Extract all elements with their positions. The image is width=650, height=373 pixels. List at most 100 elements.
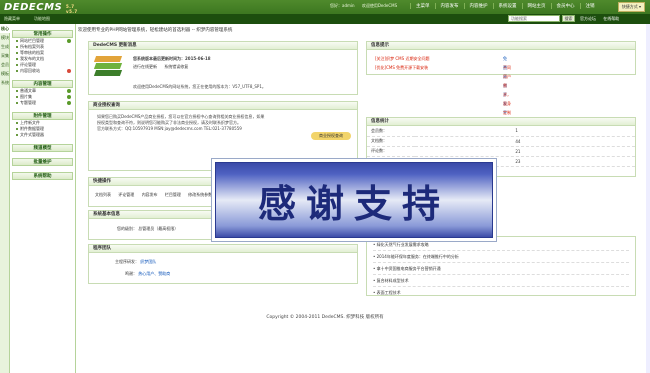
menu-item[interactable]: 文件式管理器 xyxy=(10,132,75,138)
menu-item-label: 内容回收站 xyxy=(20,68,40,73)
logo-version: 5.7 v5.7 xyxy=(66,4,78,14)
panel-title: 程序团队 xyxy=(89,245,357,253)
menu-group-batch[interactable]: 批量维护 xyxy=(12,158,73,166)
news-panel: • 绿化天然气行业发展需求攻略 • 2014年能环保年度服务：在终端推行中的分析… xyxy=(366,236,636,296)
menu-item-label: 所有档案列表 xyxy=(20,44,44,49)
nav-home[interactable]: 网站主页 xyxy=(521,3,551,9)
license-query-button[interactable]: 商业授权查询 xyxy=(311,132,351,140)
user-greeting[interactable]: 您好：admin xyxy=(330,3,355,8)
list-item[interactable]: • 2014年能环保年度服务：在终端推行中的分析 xyxy=(373,251,629,263)
level-row: 您的级别： 总管理员（最高权限） xyxy=(117,226,178,232)
logo-text: DEDECMS xyxy=(4,2,63,13)
online-update-button[interactable]: 进行在线更新 xyxy=(133,64,157,69)
menu-group-common[interactable]: 常用操作 xyxy=(12,30,73,38)
menu-item-label: 专题管理 xyxy=(20,100,36,105)
list-item[interactable]: • 复合材料成型技术 xyxy=(373,275,629,287)
team-panel: 程序团队 主程序研发： 织梦团队 鸣谢： 热心用户、赞助商 xyxy=(88,244,358,284)
stat-label: 文档数： xyxy=(367,136,416,147)
list-item[interactable]: • 拿十中资国推电商服务平台营销开通 xyxy=(373,263,629,275)
menu-item[interactable]: 内容回收站 xyxy=(10,68,75,74)
scrollbar[interactable] xyxy=(646,24,650,373)
panel-title: 信息统计 xyxy=(367,118,635,126)
menu-item-label: 网站栏目管理 xyxy=(20,38,44,43)
quick-sysparams[interactable]: 修改系统参数 xyxy=(188,192,212,197)
team-row-2: 鸣谢： 热心用户、赞助商 xyxy=(125,271,170,277)
news-title: 拿十中资国推电商服务平台营销开通 xyxy=(376,266,441,271)
tab-system[interactable]: 系统 xyxy=(0,78,10,87)
search-button[interactable]: 搜索 xyxy=(562,15,575,22)
notice-link[interactable]: [关注]织梦 CMS 近期安全问题 xyxy=(375,56,429,61)
notice-link[interactable]: [优化]CMS 免费开源下载安装 xyxy=(375,65,428,70)
tab-module[interactable]: 模块 xyxy=(0,33,10,42)
thanks-banner: 感谢支持 xyxy=(215,162,493,238)
panel-title: DedeCMS 更新消息 xyxy=(89,42,357,50)
menu-item-label: 评论管理 xyxy=(20,62,36,67)
menu-group-channel[interactable]: 频道模型 xyxy=(12,144,73,152)
add-icon[interactable] xyxy=(67,39,71,43)
clear-icon[interactable] xyxy=(67,69,71,73)
forum-link[interactable]: 官方论坛 xyxy=(580,16,596,21)
menu-group-attachment[interactable]: 附件管理 xyxy=(12,112,73,120)
quick-comments[interactable]: 评论管理 xyxy=(118,192,134,197)
thanks-link[interactable]: 热心用户、赞助商 xyxy=(138,271,170,276)
menu-item-label: 上传新文件 xyxy=(20,120,40,125)
help-link[interactable]: 在线帮助 xyxy=(603,16,619,21)
function-map-link[interactable]: 功能地图 xyxy=(34,16,50,22)
menu-group-help[interactable]: 系统帮助 xyxy=(12,172,73,180)
stat-label: 会员数： xyxy=(367,126,416,137)
nav-main-menu[interactable]: 主菜单 xyxy=(410,3,435,9)
news-title: 表面工程技术 xyxy=(376,290,401,295)
tab-template[interactable]: 模板 xyxy=(0,69,10,78)
update-buttons: 进行在线更新 系统错误修复 xyxy=(133,64,188,70)
team-row-1: 主程序研发： 织梦团队 xyxy=(115,259,156,265)
menu-group-content[interactable]: 内容管理 xyxy=(12,80,73,88)
news-list: • 绿化天然气行业发展需求攻略 • 2014年能环保年度服务：在终端推行中的分析… xyxy=(367,237,635,300)
list-item[interactable]: • 表面工程技术 xyxy=(373,287,629,298)
help-links: 官方论坛 在线帮助 xyxy=(580,16,625,22)
news-title: 复合材料成型技术 xyxy=(376,278,409,283)
update-panel: DedeCMS 更新消息 您系统版本最后更新时间为：2015-06-18 进行在… xyxy=(88,41,358,95)
nav-member[interactable]: 会员中心 xyxy=(550,3,580,9)
add-icon[interactable] xyxy=(67,101,71,105)
add-icon[interactable] xyxy=(67,95,71,99)
hide-menu-link[interactable]: 隐藏菜单 xyxy=(4,16,20,22)
nav-logout[interactable]: 注销 xyxy=(579,3,600,9)
update-heading: 您系统版本最后更新时间为：2015-06-18 xyxy=(133,56,211,61)
quick-doc-list[interactable]: 文档列表 xyxy=(95,192,111,197)
team-link[interactable]: 织梦团队 xyxy=(140,259,156,264)
news-title: 绿化天然气行业发展需求攻略 xyxy=(376,242,429,247)
repair-button[interactable]: 系统错误修复 xyxy=(164,64,188,69)
quick-links: 文档列表 评论管理 内容发布 栏目管理 修改系统参数 xyxy=(95,192,212,198)
tab-member[interactable]: 会员 xyxy=(0,60,10,69)
license-line: 官方联系方式：QQ:10597919 MSN:jay@dedecms.com T… xyxy=(97,126,242,131)
tab-collect[interactable]: 采集 xyxy=(0,51,10,60)
shortcut-button[interactable]: 快捷方式 ▾ xyxy=(617,2,645,12)
dedecms-icon xyxy=(93,54,123,80)
sub-bar: 隐藏菜单 功能地图 功能搜索 搜索 官方论坛 在线帮助 xyxy=(0,14,650,24)
menu-item-label: 我发布的文档 xyxy=(20,56,44,61)
side-menu: 常用操作 网站栏目管理 所有档案列表 等审核的档案 我发布的文档 评论管理 内容… xyxy=(10,24,76,373)
table-row: 评论数： 21 xyxy=(367,146,635,157)
table-row: 会员数： 1 xyxy=(367,126,635,137)
copyright: Copyright © 2004-2011 DedeCMS. 织梦科技 版权所有 xyxy=(266,315,384,320)
quick-columns[interactable]: 栏目管理 xyxy=(165,192,181,197)
team-label: 主程序研发： xyxy=(115,259,139,264)
stat-value: 1 xyxy=(415,126,635,137)
search-input[interactable]: 功能搜索 xyxy=(508,15,560,22)
user-info: 您好：admin 欢迎使用DedeCMS xyxy=(330,3,403,9)
stat-value: 44 xyxy=(415,136,635,147)
welcome-text: 欢迎使用DedeCMS xyxy=(361,3,398,8)
tab-generate[interactable]: 生成 xyxy=(0,42,10,51)
stat-label: 评论数： xyxy=(367,146,416,157)
nav-maintain[interactable]: 内容维护 xyxy=(463,3,493,9)
quick-publish[interactable]: 内容发布 xyxy=(142,192,158,197)
tab-core[interactable]: 核心 xyxy=(0,24,10,33)
nav-publish[interactable]: 内容发布 xyxy=(434,3,464,9)
level-value: 总管理员（最高权限） xyxy=(138,226,179,231)
thanks-overlay: 感谢支持 xyxy=(211,158,497,242)
left-tabs: 核心 模块 生成 采集 会员 模板 系统 xyxy=(0,24,10,373)
add-icon[interactable] xyxy=(67,89,71,93)
nav-settings[interactable]: 系统设置 xyxy=(492,3,522,9)
news-title: 2014年能环保年度服务：在终端推行中的分析 xyxy=(376,254,459,259)
menu-item[interactable]: 专题管理 xyxy=(10,100,75,106)
